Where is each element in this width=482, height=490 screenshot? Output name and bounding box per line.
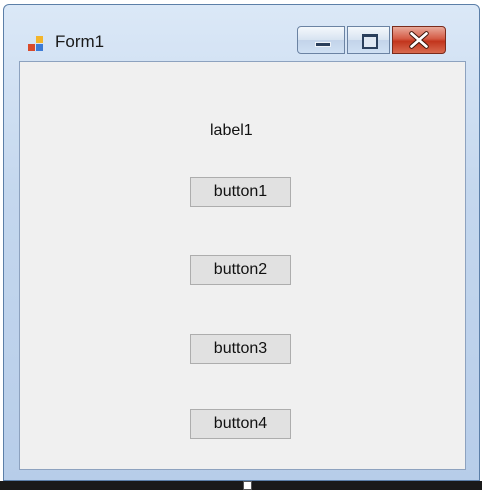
- designer-bottom-edge: [0, 481, 482, 490]
- close-icon: [409, 31, 429, 49]
- form-client-area: label1 button1 button2 button3 button4: [19, 61, 466, 470]
- minimize-icon: [315, 42, 331, 47]
- app-icon-square-yellow: [36, 36, 43, 43]
- form-window: Form1 label1 button1 button2 button3 but…: [3, 4, 480, 481]
- button4[interactable]: button4: [190, 409, 291, 439]
- button2[interactable]: button2: [190, 255, 291, 285]
- button3[interactable]: button3: [190, 334, 291, 364]
- title-bar[interactable]: Form1: [4, 5, 479, 57]
- app-icon-square-red: [28, 44, 35, 51]
- close-button[interactable]: [392, 26, 446, 54]
- label1: label1: [210, 122, 253, 139]
- app-icon-square-blue: [36, 44, 43, 51]
- minimize-button[interactable]: [297, 26, 345, 54]
- button1[interactable]: button1: [190, 177, 291, 207]
- resize-handle[interactable]: [243, 481, 252, 490]
- window-title: Form1: [55, 32, 105, 51]
- maximize-button[interactable]: [347, 26, 390, 54]
- maximize-icon: [362, 34, 378, 49]
- app-icon: [28, 36, 44, 52]
